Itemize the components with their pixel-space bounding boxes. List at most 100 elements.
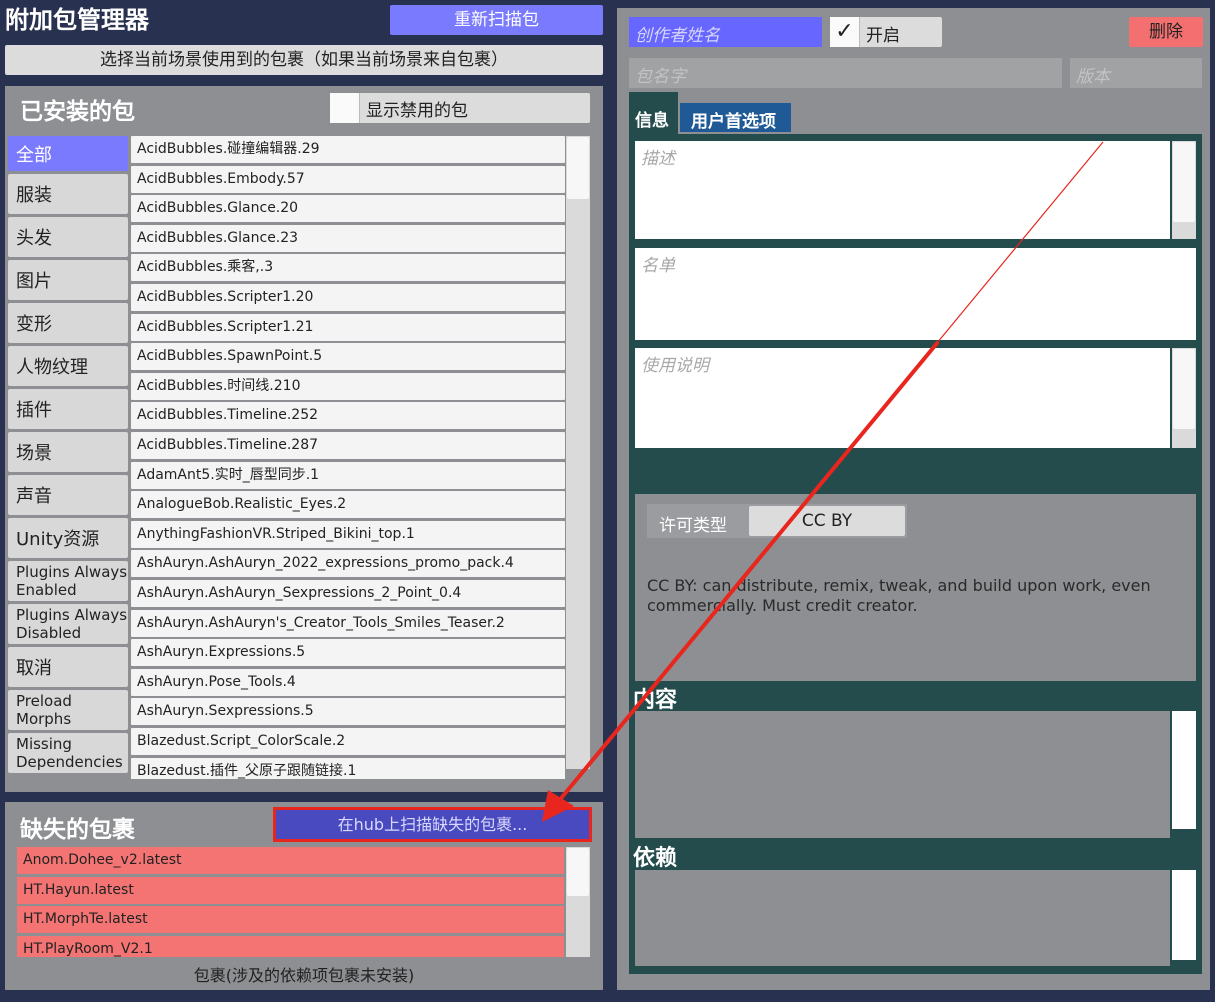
package-row[interactable]: AcidBubbles.Scripter1.21 <box>131 313 565 341</box>
category-label: 声音 <box>16 486 52 507</box>
category-1[interactable]: 服装 <box>8 174 128 214</box>
package-row[interactable]: AcidBubbles.SpawnPoint.5 <box>131 343 565 371</box>
missing-package-row[interactable]: HT.Hayun.latest <box>17 876 564 904</box>
missing-package-row[interactable]: HT.MorphTe.latest <box>17 906 564 934</box>
package-row[interactable]: AcidBubbles.乘客,.3 <box>131 254 565 282</box>
credits-field[interactable]: 名单 <box>635 248 1196 340</box>
category-label: 人物纹理 <box>16 357 88 378</box>
category-label: 场景 <box>16 443 52 464</box>
missing-list-scrollbar[interactable] <box>566 847 590 957</box>
category-3[interactable]: 图片 <box>8 260 128 300</box>
credits-placeholder: 名单 <box>641 256 675 276</box>
license-type-label: 许可类型 <box>659 516 727 536</box>
category-7[interactable]: 场景 <box>8 432 128 472</box>
instructions-field[interactable]: 使用说明 <box>635 348 1170 448</box>
description-field[interactable]: 描述 <box>635 141 1170 239</box>
package-row[interactable]: AdamAnt5.实时_唇型同步.1 <box>131 461 565 489</box>
dependencies-title: 依赖 <box>633 846 678 871</box>
package-row[interactable]: AcidBubbles.Timeline.252 <box>131 402 565 430</box>
select-scene-packages-button[interactable]: 选择当前场景使用到的包裹（如果当前场景来自包裹） <box>5 45 603 75</box>
instructions-placeholder: 使用说明 <box>641 356 709 376</box>
category-label: 头发 <box>16 228 52 249</box>
license-row: 许可类型 CC BY <box>647 504 907 538</box>
creator-name-field[interactable]: 创作者姓名 <box>629 17 822 47</box>
package-list-scrollbar[interactable] <box>566 136 590 769</box>
category-5[interactable]: 人物纹理 <box>8 346 128 386</box>
delete-button[interactable]: 删除 <box>1129 17 1203 47</box>
category-6[interactable]: 插件 <box>8 389 128 429</box>
category-2[interactable]: 头发 <box>8 217 128 257</box>
scan-hub-button-label: 在hub上扫描缺失的包裹... <box>337 815 528 834</box>
tab-info[interactable]: 信息 <box>629 92 678 134</box>
package-row[interactable]: AshAuryn.AshAuryn's_Creator_Tools_Smiles… <box>131 609 565 637</box>
license-description: CC BY: can distribute, remix, tweak, and… <box>647 576 1151 615</box>
package-row[interactable]: AnalogueBob.Realistic_Eyes.2 <box>131 491 565 519</box>
category-label: 插件 <box>16 400 52 421</box>
category-9[interactable]: Unity资源 <box>8 518 128 558</box>
package-row[interactable]: AshAuryn.Expressions.5 <box>131 639 565 667</box>
enabled-toggle[interactable]: ✓ 开启 <box>830 17 942 47</box>
category-14[interactable]: Missing Dependencies <box>8 733 128 773</box>
package-row[interactable]: Blazedust.插件_父原子跟随链接.1 <box>131 757 565 779</box>
missing-package-list: Anom.Dohee_v2.latest HT.Hayun.latest HT.Mo… <box>17 847 564 957</box>
rescan-button[interactable]: 重新扫描包 <box>390 5 603 35</box>
tab-user-preferences[interactable]: 用户首选项 <box>680 103 791 132</box>
show-disabled-toggle[interactable]: 显示禁用的包 <box>330 93 590 123</box>
package-row[interactable]: AshAuryn.Sexpressions.5 <box>131 698 565 726</box>
installed-panel: 已安装的包 显示禁用的包 全部服装头发图片变形人物纹理插件场景声音 Unity资源… <box>5 86 603 792</box>
missing-list-scroll-thumb[interactable] <box>567 848 589 896</box>
category-10[interactable]: Plugins Always Enabled <box>8 561 128 601</box>
scan-hub-button[interactable]: 在hub上扫描缺失的包裹... <box>273 807 592 842</box>
category-label: Plugins Always Disabled <box>16 606 128 642</box>
package-row[interactable]: AcidBubbles.Embody.57 <box>131 165 565 193</box>
category-label: 变形 <box>16 314 52 335</box>
package-row[interactable]: AcidBubbles.Glance.20 <box>131 195 565 223</box>
package-row[interactable]: Blazedust.Script_ColorScale.2 <box>131 728 565 755</box>
contents-scrollbar[interactable] <box>1172 711 1196 829</box>
package-row[interactable]: AcidBubbles.Timeline.287 <box>131 432 565 459</box>
license-type-dropdown[interactable]: CC BY <box>749 506 905 536</box>
category-8[interactable]: 声音 <box>8 475 128 515</box>
missing-package-row[interactable]: HT.PlayRoom_V2.1 <box>17 935 564 957</box>
license-box: 许可类型 CC BY CC BY: can distribute, remix,… <box>635 494 1196 681</box>
description-scrollbar[interactable] <box>1172 141 1196 239</box>
package-row[interactable]: AshAuryn.AshAuryn_Sexpressions_2_Point_0… <box>131 580 565 607</box>
contents-list <box>635 711 1170 838</box>
category-0[interactable]: 全部 <box>8 136 128 171</box>
creator-name-placeholder: 创作者姓名 <box>635 26 720 46</box>
enabled-checkbox[interactable]: ✓ <box>830 17 860 47</box>
enabled-label: 开启 <box>866 26 900 46</box>
package-row[interactable]: AcidBubbles.时间线.210 <box>131 372 565 400</box>
package-row[interactable]: AshAuryn.Pose_Tools.4 <box>131 668 565 696</box>
app-title: 附加包管理器 <box>5 6 149 34</box>
package-list: AcidBubbles.碰撞编辑器.29 AcidBubbles.Embody.5… <box>131 136 565 779</box>
dependencies-list <box>635 870 1170 966</box>
package-row[interactable]: AnythingFashionVR.Striped_Bikini_top.1 <box>131 520 565 548</box>
category-label: Unity资源 <box>16 529 100 550</box>
category-11[interactable]: Plugins Always Disabled <box>8 604 128 644</box>
show-disabled-label: 显示禁用的包 <box>366 101 468 121</box>
category-13[interactable]: Preload Morphs <box>8 690 128 730</box>
tab-info-label: 信息 <box>635 111 669 131</box>
version-placeholder: 版本 <box>1076 67 1110 87</box>
missing-package-row[interactable]: Anom.Dohee_v2.latest <box>17 847 564 874</box>
description-scroll-thumb[interactable] <box>1173 142 1195 222</box>
instructions-scrollbar[interactable] <box>1172 348 1196 448</box>
category-12[interactable]: 取消 <box>8 647 128 687</box>
show-disabled-checkbox[interactable] <box>330 93 360 123</box>
package-name-field[interactable]: 包名字 <box>629 58 1062 88</box>
package-row[interactable]: AshAuryn.AshAuryn_2022_expressions_promo… <box>131 550 565 578</box>
dependencies-scrollbar[interactable] <box>1172 870 1196 960</box>
category-label: 全部 <box>16 144 52 166</box>
installed-title: 已安装的包 <box>20 99 135 125</box>
instructions-scroll-thumb[interactable] <box>1173 349 1195 429</box>
package-list-scroll-thumb[interactable] <box>567 137 589 199</box>
package-row[interactable]: AcidBubbles.碰撞编辑器.29 <box>131 136 565 163</box>
category-4[interactable]: 变形 <box>8 303 128 343</box>
version-field[interactable]: 版本 <box>1070 58 1202 88</box>
package-name-placeholder: 包名字 <box>635 67 686 87</box>
package-row[interactable]: AcidBubbles.Glance.23 <box>131 224 565 252</box>
missing-title: 缺失的包裹 <box>20 817 135 843</box>
package-row[interactable]: AcidBubbles.Scripter1.20 <box>131 284 565 311</box>
contents-title: 内容 <box>633 688 678 713</box>
